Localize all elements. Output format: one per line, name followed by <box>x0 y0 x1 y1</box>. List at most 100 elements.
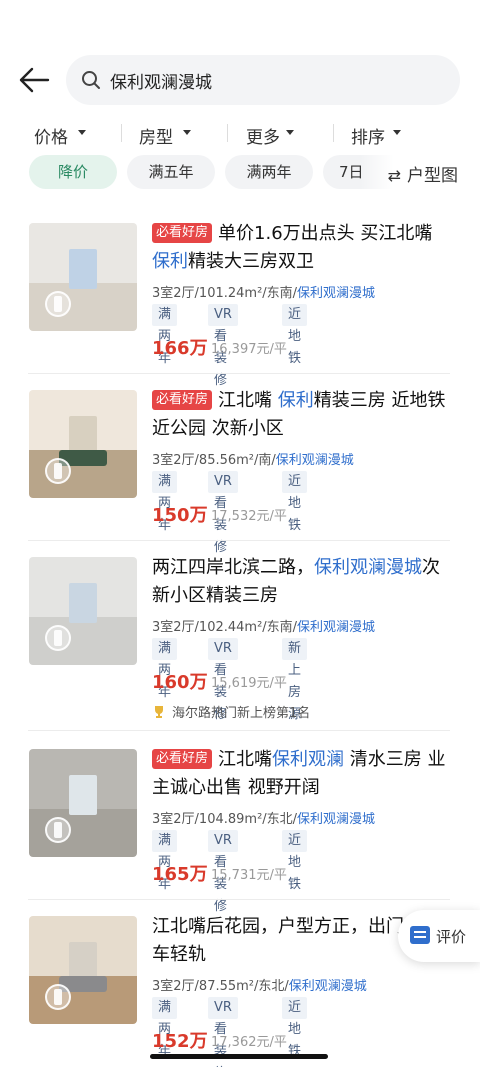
vr-icon <box>45 984 71 1010</box>
card-divider <box>28 730 450 731</box>
listing-price: 165万 <box>152 864 208 885</box>
title-text: 单价1.6万出点头 买江北嘴 <box>218 223 433 244</box>
listing-tag: VR看装修 <box>208 304 238 388</box>
listing-rank: 海尔路热门新上榜第1名 <box>152 702 310 721</box>
filter-layout[interactable]: 房型 <box>139 119 239 149</box>
filter-label: 排序 <box>351 128 385 148</box>
title-text: 两江四岸北滨二路， <box>152 557 314 578</box>
listing-tag: 满两年 <box>152 997 178 1059</box>
listing-photo <box>29 749 137 857</box>
listing-unit-price: 15,731元/平 <box>211 868 287 883</box>
trophy-icon <box>155 706 163 718</box>
rank-text: 海尔路热门新上榜第1名 <box>172 706 311 721</box>
review-label: 评价 <box>436 928 467 946</box>
filter-price[interactable]: 价格 <box>34 119 134 149</box>
listing-info: 3室2厅/87.55m²/东北/保利观澜漫城 <box>152 975 367 994</box>
must-see-badge: 必看好房 <box>152 223 213 243</box>
listing-unit-price: 17,532元/平 <box>211 509 287 524</box>
listing-unit-price: 16,397元/平 <box>211 342 287 357</box>
filter-divider <box>333 124 334 142</box>
listing-specs: 3室2厅/104.89m²/东北/ <box>152 812 298 827</box>
filter-more[interactable]: 更多 <box>246 119 346 149</box>
card-divider <box>28 540 450 541</box>
listing-price: 166万 <box>152 338 208 359</box>
title-text: 保利 <box>152 251 188 272</box>
filter-label: 房型 <box>139 128 173 148</box>
vr-icon <box>45 291 71 317</box>
listing-tag: 近地铁 <box>282 471 308 533</box>
card-divider <box>28 373 450 374</box>
filter-bar: 价格 房型 更多 排序 <box>0 119 480 149</box>
title-text: 保利 <box>277 390 314 411</box>
listing-info: 3室2厅/101.24m²/东南/保利观澜漫城 <box>152 282 375 301</box>
listing-tag: 近地铁 <box>282 830 308 892</box>
listing-tag: 满两年 <box>152 830 178 892</box>
caret-down-icon <box>286 130 294 135</box>
listing-photo <box>29 557 137 665</box>
must-see-badge: 必看好房 <box>152 749 213 769</box>
listing-tag: 满两年 <box>152 304 178 366</box>
listing-tag: VR看装修 <box>208 471 238 555</box>
community-link[interactable]: 保利观澜漫城 <box>297 620 375 635</box>
listing-tag: VR看装修 <box>208 830 238 914</box>
listing-title: 必看好房 江北嘴 保利精装三房 近地铁近公园 次新小区 <box>152 387 452 443</box>
filter-label: 更多 <box>246 128 280 148</box>
listing-info: 3室2厅/104.89m²/东北/保利观澜漫城 <box>152 808 375 827</box>
listing-specs: 3室2厅/102.44m²/东南/ <box>152 620 298 635</box>
listing-tag: 满两年 <box>152 638 178 700</box>
community-link[interactable]: 保利观澜漫城 <box>276 453 354 468</box>
community-link[interactable]: 保利观澜漫城 <box>289 979 367 994</box>
floorplan-label: 户型图 <box>407 166 458 186</box>
search-query[interactable]: 保利观澜漫城 <box>110 68 212 93</box>
vr-icon <box>45 625 71 651</box>
title-text: 保利观澜漫城 <box>314 557 422 578</box>
caret-down-icon <box>183 130 191 135</box>
chip-price-drop[interactable]: 降价 <box>29 155 117 189</box>
listing-photo <box>29 223 137 331</box>
filter-label: 价格 <box>34 128 68 148</box>
community-link[interactable]: 保利观澜漫城 <box>297 286 375 301</box>
listing-photo <box>29 916 137 1024</box>
search-bar[interactable]: 保利观澜漫城 <box>66 55 460 105</box>
listing-title: 两江四岸北滨二路，保利观澜漫城次新小区精装三房 <box>152 554 452 610</box>
header: 保利观澜漫城 价格 房型 更多 排序 降价 满五年 满两年 7日 ⇄ 户型图 <box>0 0 480 200</box>
title-text: 江北嘴 <box>218 390 278 411</box>
title-text: 江北嘴 <box>218 749 273 770</box>
chip-two-years[interactable]: 满两年 <box>225 155 313 189</box>
listing-price: 160万 <box>152 672 208 693</box>
back-arrow-icon[interactable] <box>18 66 50 94</box>
listing-unit-price: 17,362元/平 <box>211 1035 287 1050</box>
listing-tag: 满两年 <box>152 471 178 533</box>
listing-specs: 3室2厅/87.55m²/东北/ <box>152 979 289 994</box>
review-icon <box>410 926 430 944</box>
community-link[interactable]: 保利观澜漫城 <box>297 812 375 827</box>
title-text: 精装大三房双卫 <box>188 251 314 272</box>
listing-specs: 3室2厅/101.24m²/东南/ <box>152 286 298 301</box>
home-indicator[interactable] <box>150 1054 328 1059</box>
listing-tag: 近地铁 <box>282 997 308 1059</box>
search-icon <box>82 71 100 89</box>
listing-specs: 3室2厅/85.56m²/南/ <box>152 453 276 468</box>
review-button[interactable]: 评价 <box>398 910 480 962</box>
caret-down-icon <box>393 130 401 135</box>
vr-icon <box>45 458 71 484</box>
listing-tag: 近地铁 <box>282 304 308 366</box>
listing-title: 必看好房 单价1.6万出点头 买江北嘴 保利精装大三房双卫 <box>152 220 452 276</box>
filter-divider <box>227 124 228 142</box>
listing-photo <box>29 390 137 498</box>
listing-info: 3室2厅/102.44m²/东南/保利观澜漫城 <box>152 616 375 635</box>
floorplan-button[interactable]: ⇄ 户型图 <box>388 161 458 186</box>
listing-price: 150万 <box>152 505 208 526</box>
listing-tag: VR看装修 <box>208 997 238 1067</box>
card-divider <box>28 899 450 900</box>
listing-unit-price: 15,619元/平 <box>211 676 287 691</box>
filter-sort[interactable]: 排序 <box>351 119 451 149</box>
listing-price: 152万 <box>152 1031 208 1052</box>
title-text: 保利观澜 <box>272 749 345 770</box>
listing-title: 必看好房 江北嘴保利观澜 清水三房 业主诚心出售 视野开阔 <box>152 746 452 802</box>
title-text: 江北嘴后花园，户型方正，出门公交车轻轨 <box>152 916 440 965</box>
listing-tag: 新上房源 <box>282 638 308 722</box>
chip-five-years[interactable]: 满五年 <box>127 155 215 189</box>
caret-down-icon <box>78 130 86 135</box>
filter-divider <box>121 124 122 142</box>
